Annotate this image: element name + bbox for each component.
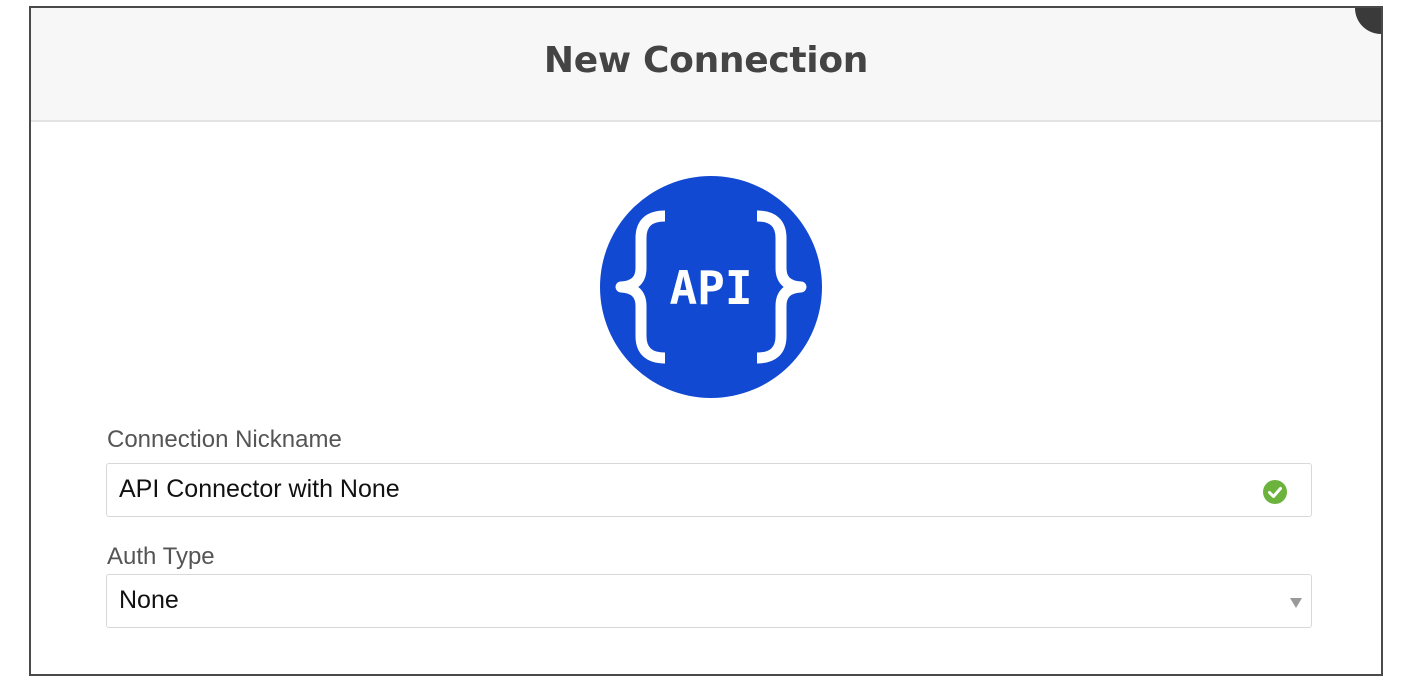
check-circle-icon — [1263, 480, 1287, 504]
modal-header: New Connection — [31, 8, 1381, 122]
auth-type-label: Auth Type — [107, 543, 215, 570]
auth-type-value: None — [119, 586, 179, 614]
modal-title: New Connection — [543, 40, 869, 81]
new-connection-modal: New Connection API Connection Nickname A… — [29, 6, 1383, 676]
connection-nickname-value: API Connector with None — [119, 475, 400, 503]
connection-nickname-label: Connection Nickname — [107, 426, 342, 453]
caret-down-icon — [1290, 598, 1302, 608]
api-logo-icon: API — [600, 176, 822, 398]
frame-bottom-border — [29, 674, 1383, 676]
api-logo-text: API — [669, 261, 752, 315]
connection-nickname-input[interactable]: API Connector with None — [106, 463, 1312, 517]
auth-type-select[interactable]: None — [106, 574, 1312, 628]
